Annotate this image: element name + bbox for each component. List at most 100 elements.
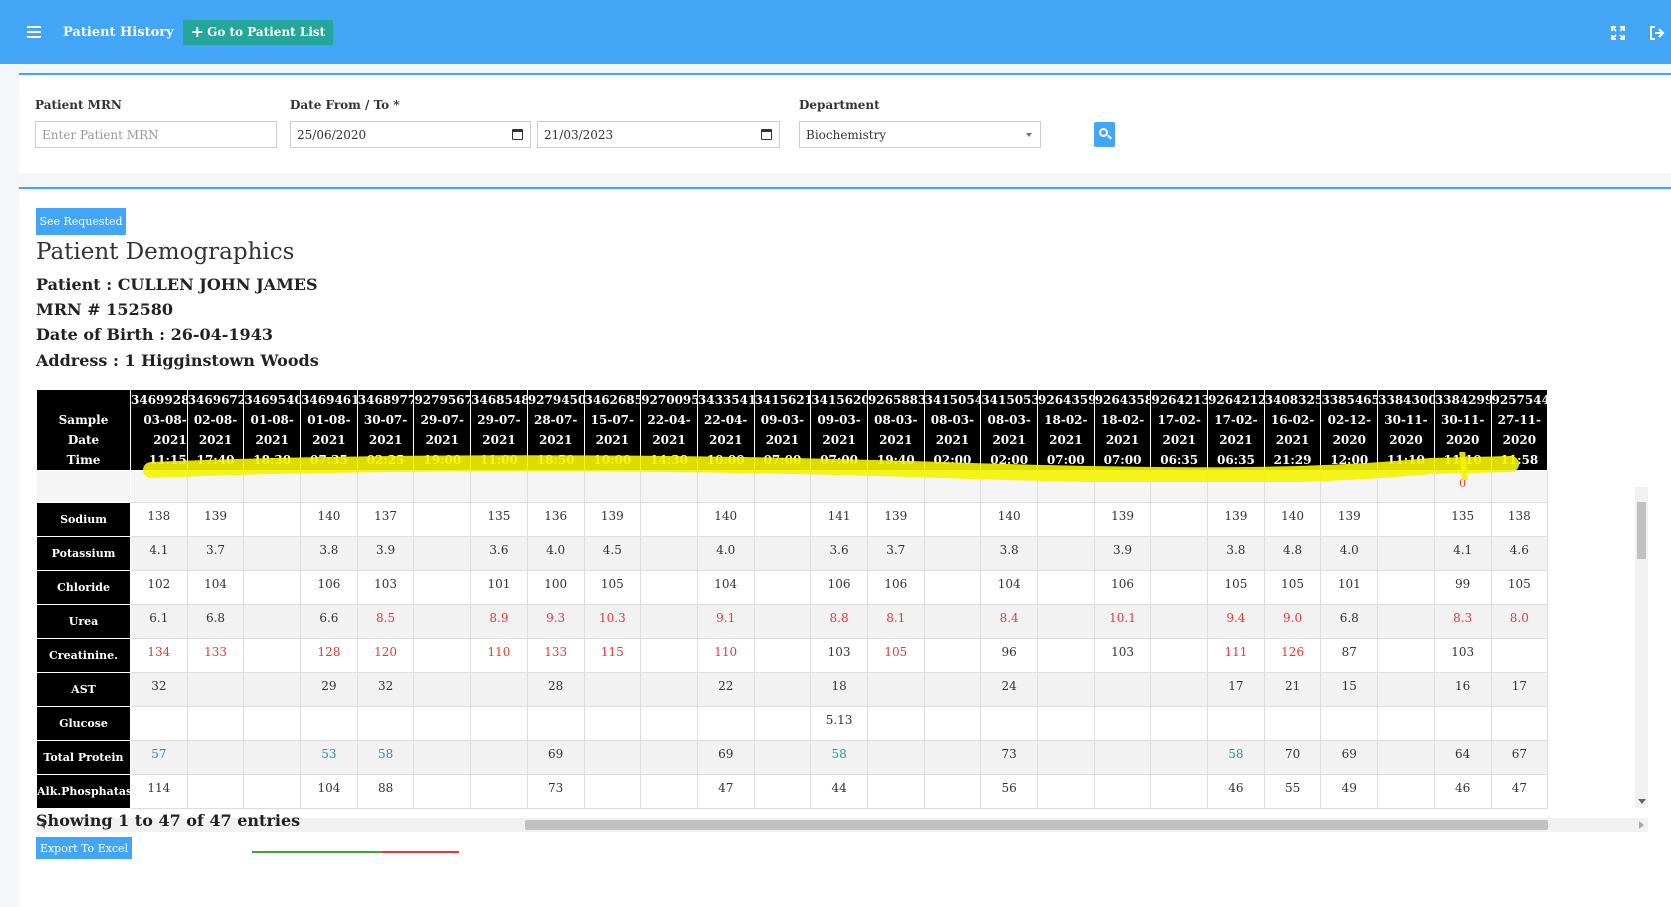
sample-column-header[interactable]: 3469672 02-08- 2021 17:40 bbox=[186, 389, 245, 471]
table-cell: 106 bbox=[866, 570, 925, 605]
patient-history-link[interactable]: Patient History bbox=[63, 25, 174, 40]
export-to-excel-button[interactable]: Export To Excel bbox=[36, 837, 132, 859]
sample-column-header[interactable]: 9279567 29-07- 2021 19:00 bbox=[413, 389, 472, 471]
mrn-label: Patient MRN bbox=[35, 98, 122, 112]
column-date1: 30-11- bbox=[1440, 413, 1485, 427]
table-cell bbox=[640, 706, 698, 741]
sample-column-header[interactable]: 3415053 08-03- 2021 02:00 bbox=[980, 389, 1038, 471]
column-date1: 08-03- bbox=[874, 413, 918, 427]
table-cell: 6.1 bbox=[130, 604, 188, 639]
column-date1: 30-07- bbox=[363, 413, 408, 427]
sample-column-header[interactable]: 9270095 22-04- 2021 14:30 bbox=[640, 389, 698, 471]
sample-column-header[interactable]: 3408325 16-02- 2021 21:29 bbox=[1263, 389, 1322, 471]
table-cell: 10.3 bbox=[583, 604, 642, 639]
table-cell: 44 bbox=[810, 774, 868, 809]
results-table-container[interactable]: Sample Date Time 3469928 03-08- 2021 11:15 3469… bbox=[36, 389, 1648, 821]
table-cell bbox=[1150, 638, 1209, 673]
go-to-patient-list-button[interactable]: + Go to Patient List bbox=[182, 19, 334, 45]
column-time: 11:10 bbox=[1387, 453, 1425, 467]
column-sample: 3384299 bbox=[1434, 393, 1491, 407]
table-cell: 53 bbox=[300, 740, 358, 775]
date-to-value: 21/03/2023 bbox=[544, 127, 614, 142]
table-cell bbox=[980, 470, 1038, 503]
date-from-input[interactable]: 25/06/2020 bbox=[290, 121, 531, 148]
column-sample: 9257544 bbox=[1491, 393, 1548, 407]
table-cell: 101 bbox=[1320, 570, 1379, 605]
column-time: 11:00 bbox=[480, 453, 518, 467]
table-cell: 4.5 bbox=[583, 536, 642, 571]
sample-column-header[interactable]: 3384299 30-11- 2020 11:10 bbox=[1433, 389, 1492, 471]
table-cell bbox=[1037, 502, 1095, 537]
chevron-down-icon bbox=[1026, 133, 1032, 137]
sample-column-header[interactable]: 3415620 09-03- 2021 07:00 bbox=[810, 389, 868, 471]
row-header: Sodium bbox=[36, 502, 131, 537]
table-cell: 103 bbox=[1433, 638, 1492, 673]
table-cell: 3.7 bbox=[866, 536, 925, 571]
table-cell: 3.8 bbox=[1207, 536, 1265, 571]
logout-icon[interactable] bbox=[1649, 25, 1665, 40]
table-cell: 4.6 bbox=[1490, 536, 1549, 571]
table-row: Potassium 4.1 3.7 3.8 3.9 3.6 4.0 4.5 4.0 3.6 3.7 3… bbox=[36, 536, 1549, 571]
table-cell: 139 bbox=[1320, 502, 1379, 537]
table-cell bbox=[243, 536, 302, 571]
sample-column-header[interactable]: 3468548 29-07- 2021 11:00 bbox=[470, 389, 528, 471]
hamburger-menu-icon[interactable] bbox=[27, 26, 41, 38]
table-cell: 3.8 bbox=[980, 536, 1038, 571]
corner-label: Time bbox=[66, 453, 101, 467]
see-requested-button[interactable]: See Requested bbox=[36, 208, 126, 235]
vertical-scrollbar[interactable] bbox=[1635, 487, 1648, 808]
table-row: Glucose 5.13 bbox=[36, 706, 1549, 741]
sample-column-header[interactable]: 9264359 18-02- 2021 07:00 bbox=[1037, 389, 1095, 471]
table-cell bbox=[413, 604, 472, 639]
column-date2: 2021 bbox=[198, 433, 233, 447]
table-cell bbox=[1377, 502, 1435, 537]
sample-column-header[interactable]: 3385465 02-12- 2020 12:00 bbox=[1320, 389, 1379, 471]
corner-label: Sample bbox=[58, 413, 109, 427]
table-cell bbox=[1263, 706, 1322, 741]
fullscreen-icon[interactable] bbox=[1611, 25, 1625, 40]
patient-mrn-input[interactable]: Enter Patient MRN bbox=[35, 121, 277, 148]
table-cell: 100 bbox=[526, 570, 585, 605]
table-row: Sodium 138 139 140 137 135 136 139 140 141 139 140 1… bbox=[36, 502, 1549, 537]
sample-column-header[interactable]: 3415621 09-03- 2021 07:00 bbox=[753, 389, 812, 471]
column-date1: 28-07- bbox=[533, 413, 578, 427]
sample-column-header[interactable]: 3415054 08-03- 2021 02:00 bbox=[923, 389, 982, 471]
table-cell: 87 bbox=[1320, 638, 1379, 673]
sample-column-header[interactable]: 9264213 17-02- 2021 06:35 bbox=[1150, 389, 1209, 471]
column-date1: 17-02- bbox=[1214, 413, 1258, 427]
sample-column-header[interactable]: 3469540 01-08- 2021 18:30 bbox=[243, 389, 302, 471]
table-cell bbox=[1037, 604, 1095, 639]
table-cell bbox=[866, 740, 925, 775]
scroll-down-arrow-icon[interactable] bbox=[1638, 799, 1646, 804]
table-cell bbox=[923, 740, 982, 775]
table-cell: 135 bbox=[470, 502, 528, 537]
row-header: Potassium bbox=[36, 536, 131, 571]
sample-column-header[interactable]: 9264358 18-02- 2021 07:00 bbox=[1093, 389, 1152, 471]
table-cell bbox=[243, 502, 302, 537]
calendar-icon[interactable] bbox=[512, 129, 523, 140]
sample-column-header[interactable]: 3469461 01-08- 2021 07:35 bbox=[300, 389, 358, 471]
table-cell bbox=[470, 470, 528, 503]
sample-column-header[interactable]: 3469928 03-08- 2021 11:15 bbox=[130, 389, 188, 471]
sample-column-header[interactable]: 3468977 30-07- 2021 02:25 bbox=[356, 389, 415, 471]
table-cell: 105 bbox=[583, 570, 642, 605]
column-date1: 02-12- bbox=[1327, 413, 1371, 427]
sample-column-header[interactable]: 9265883 08-03- 2021 19:40 bbox=[866, 389, 925, 471]
calendar-icon[interactable] bbox=[761, 129, 772, 140]
sample-column-header[interactable]: 3462685 15-07- 2021 10:00 bbox=[583, 389, 642, 471]
date-to-input[interactable]: 21/03/2023 bbox=[537, 121, 780, 148]
sample-column-header[interactable]: 3384300 30-11- 2020 11:10 bbox=[1377, 389, 1435, 471]
department-select[interactable]: Biochemistry bbox=[799, 121, 1041, 148]
sample-column-header[interactable]: 3433541 22-04- 2021 10:00 bbox=[696, 389, 755, 471]
table-cell bbox=[243, 604, 302, 639]
sample-column-header[interactable]: 9264212 17-02- 2021 06:35 bbox=[1207, 389, 1265, 471]
table-cell: 0 bbox=[1433, 470, 1492, 503]
search-button[interactable] bbox=[1094, 122, 1115, 147]
sample-column-header[interactable]: 9257544 27-11- 2020 11:58 bbox=[1490, 389, 1549, 471]
table-cell bbox=[923, 536, 982, 571]
sample-column-header[interactable]: 9279450 28-07- 2021 18:50 bbox=[526, 389, 585, 471]
table-cell bbox=[753, 470, 812, 503]
column-date1: 15-07- bbox=[590, 413, 635, 427]
column-sample: 3415621 bbox=[754, 393, 811, 407]
scroll-right-arrow-icon[interactable] bbox=[1639, 821, 1644, 829]
